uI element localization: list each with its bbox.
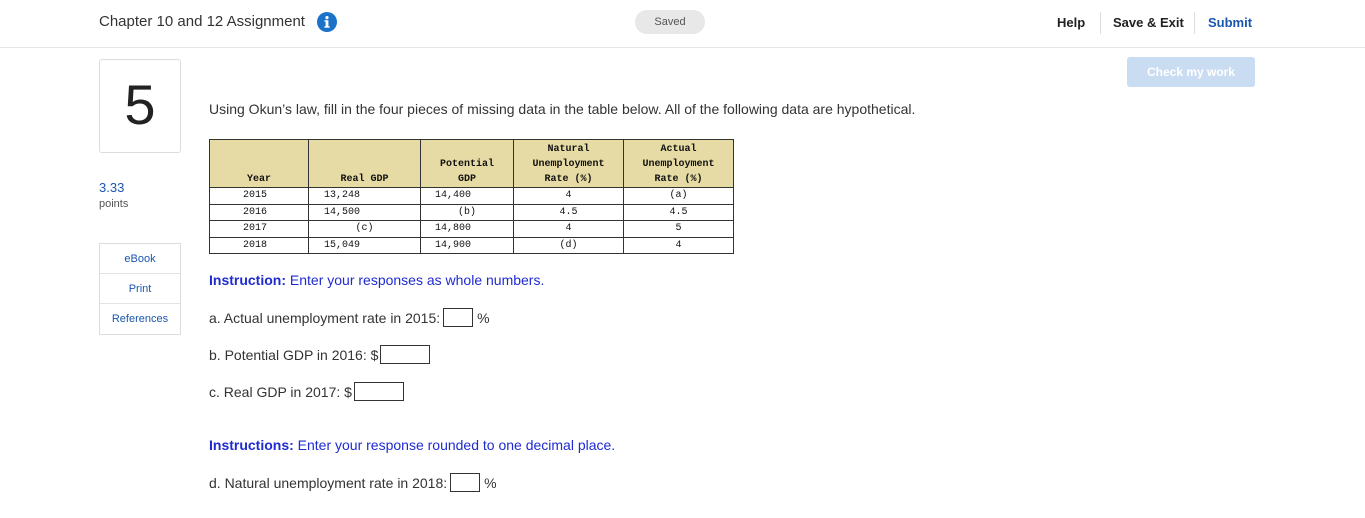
answer-c-input[interactable] [353, 382, 404, 401]
question-b-label: b. Potential GDP in 2016: $ [209, 346, 379, 363]
question-a-unit: % [477, 309, 490, 326]
table-cell: 4 [513, 220, 624, 238]
submit-link[interactable]: Submit [1208, 15, 1252, 30]
header-year: Year [209, 139, 309, 188]
points-label: points [99, 198, 129, 210]
table-cell: 14,500 [308, 203, 421, 221]
question-b: b. Potential GDP in 2016: $ [209, 345, 434, 364]
table-cell: 4 [623, 236, 734, 254]
question-d: d. Natural unemployment rate in 2018: % [209, 473, 497, 492]
table-cell: (a) [623, 187, 734, 205]
references-link[interactable]: References [100, 304, 180, 334]
table-cell: (d) [513, 236, 624, 254]
table-cell: 14,800 [420, 220, 514, 238]
question-d-label: d. Natural unemployment rate in 2018: [209, 474, 448, 491]
header-actual-unemployment-rate: Actual Unemployment Rate (%) [623, 139, 734, 188]
info-icon[interactable] [317, 12, 337, 32]
instruction-label: Instruction: [209, 272, 286, 288]
question-number: 5 [124, 73, 156, 136]
question-number-box: 5 [99, 59, 181, 153]
table-cell: 2018 [209, 236, 309, 254]
answer-b-input[interactable] [380, 345, 431, 364]
table-cell: 4.5 [623, 203, 734, 221]
answer-d-input[interactable] [450, 473, 481, 492]
table-row: 2017 (c) 14,800 4 5 [209, 220, 734, 238]
instruction-label: Instructions: [209, 437, 294, 453]
header-real-gdp: Real GDP [308, 139, 421, 188]
print-link[interactable]: Print [100, 274, 180, 304]
table-cell: 14,400 [420, 187, 514, 205]
table-cell: 2017 [209, 220, 309, 238]
question-prompt: Using Okun’s law, fill in the four piece… [209, 101, 916, 117]
table-cell: 2015 [209, 187, 309, 205]
instruction-whole-numbers: Instruction: Enter your responses as who… [209, 272, 544, 288]
answer-a-input[interactable] [443, 308, 474, 327]
table-cell: 15,049 [308, 236, 421, 254]
check-my-work-button[interactable]: Check my work [1127, 57, 1255, 87]
instruction-one-decimal: Instructions: Enter your response rounde… [209, 437, 615, 453]
table-cell: (c) [308, 220, 421, 238]
question-c-label: c. Real GDP in 2017: $ [209, 383, 352, 400]
side-nav: eBook Print References [99, 243, 181, 335]
question-a-label: a. Actual unemployment rate in 2015: [209, 309, 441, 326]
table-cell: 2016 [209, 203, 309, 221]
instruction-text: Enter your responses as whole numbers. [286, 272, 545, 288]
points-value: 3.33 [99, 180, 125, 195]
table-cell: 13,248 [308, 187, 421, 205]
question-c: c. Real GDP in 2017: $ [209, 382, 408, 401]
table-row: 2018 15,049 14,900 (d) 4 [209, 236, 734, 254]
help-link[interactable]: Help [1057, 15, 1085, 30]
saved-status-badge: Saved [635, 10, 705, 34]
header-potential-gdp: Potential GDP [420, 139, 514, 188]
assignment-title: Chapter 10 and 12 Assignment [99, 13, 305, 30]
header-divider [1100, 12, 1101, 34]
table-cell: (b) [420, 203, 514, 221]
table-cell: 4.5 [513, 203, 624, 221]
save-exit-link[interactable]: Save & Exit [1113, 15, 1184, 30]
table-row: 2016 14,500 (b) 4.5 4.5 [209, 203, 734, 221]
header-divider [1194, 12, 1195, 34]
ebook-link[interactable]: eBook [100, 244, 180, 274]
table-header-row: Year Real GDP Potential GDP Natural Unempl… [209, 139, 734, 188]
table-cell: 5 [623, 220, 734, 238]
top-header: Chapter 10 and 12 Assignment Saved Help … [0, 0, 1365, 48]
question-d-unit: % [484, 474, 497, 491]
table-cell: 4 [513, 187, 624, 205]
header-natural-unemployment-rate: Natural Unemployment Rate (%) [513, 139, 624, 188]
table-row: 2015 13,248 14,400 4 (a) [209, 187, 734, 205]
table-cell: 14,900 [420, 236, 514, 254]
instruction-text: Enter your response rounded to one decim… [293, 437, 616, 453]
question-a: a. Actual unemployment rate in 2015: % [209, 308, 490, 327]
okun-data-table: Year Real GDP Potential GDP Natural Unempl… [209, 139, 734, 254]
